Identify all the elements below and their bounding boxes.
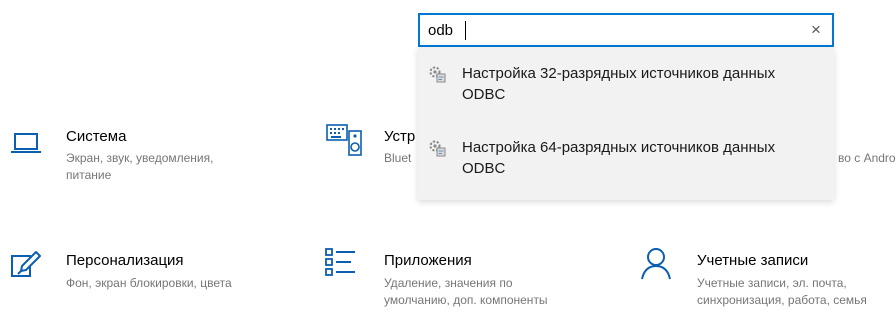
tile-devices[interactable]: Устр Bluet [325, 122, 418, 182]
suggestion-label: Настройка 64-разрядных источников данных… [462, 139, 776, 177]
tile-system-desc-line2: питание [66, 168, 112, 182]
brush-icon [11, 251, 41, 277]
person-icon [641, 248, 671, 280]
keyboard-speaker-icon [326, 124, 362, 156]
apps-list-icon [325, 248, 355, 276]
tile-accounts-title: Учетные записи [697, 252, 809, 269]
text-caret [465, 21, 466, 40]
suggestion-label: Настройка 32-разрядных источников данных… [462, 65, 776, 103]
search-input[interactable] [428, 20, 788, 40]
tile-personalization-desc-line1: Фон, экран блокировки, цвета [66, 276, 232, 290]
tile-personalization-title: Персонализация [66, 252, 184, 269]
tile-system-title: Система [66, 128, 127, 145]
suggestion-item[interactable]: Настройка 32-разрядных источников данных… [418, 47, 834, 117]
search-suggestions: Настройка 32-разрядных источников данных… [418, 47, 834, 200]
tile-devices-title: Устр [384, 128, 416, 145]
settings-page: Система Экран, звук, уведомления, питани… [0, 0, 896, 311]
admin-tool-icon [429, 66, 446, 83]
tile-devices-desc-line1: Bluet [384, 151, 412, 165]
tile-system-desc-line1: Экран, звук, уведомления, [66, 151, 214, 165]
tile-system[interactable]: Система Экран, звук, уведомления, питани… [8, 128, 298, 188]
tile-apps-desc-line1: Удаление, значения по [384, 276, 513, 290]
tile-accounts[interactable]: Учетные записи Учетные записи, эл. почта… [640, 248, 896, 307]
laptop-icon [11, 133, 41, 153]
tile-accounts-desc-line2: синхронизация, работа, семья [697, 293, 867, 307]
clear-search-button[interactable]: × [806, 20, 826, 40]
tile-apps-desc-line2: умолчанию, доп. компоненты [384, 293, 548, 307]
tile-personalization[interactable]: Персонализация Фон, экран блокировки, цв… [8, 251, 298, 302]
tile-phone-desc-line1: во с Android, [838, 151, 896, 165]
tile-apps[interactable]: Приложения Удаление, значения по умолчан… [325, 248, 615, 307]
tile-phone[interactable]: во с Android, [838, 150, 896, 170]
admin-tool-icon [429, 140, 446, 157]
suggestion-item[interactable]: Настройка 64-разрядных источников данных… [418, 121, 834, 191]
tile-accounts-desc-line1: Учетные записи, эл. почта, [697, 276, 847, 290]
search-box: × [418, 13, 834, 47]
tile-apps-title: Приложения [384, 252, 472, 269]
